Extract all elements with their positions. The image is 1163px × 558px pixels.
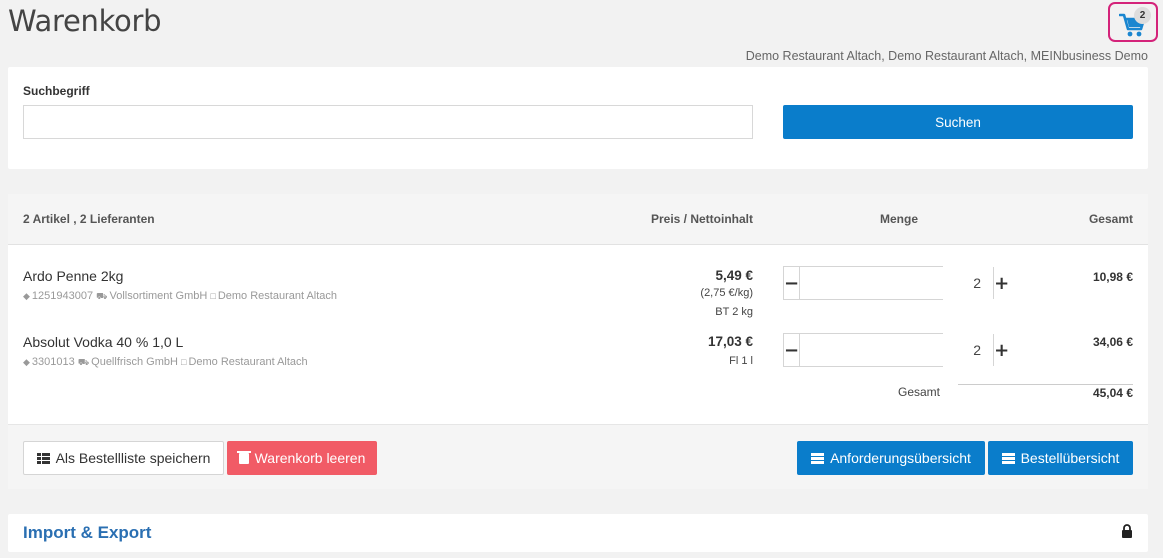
truck-icon: ⛟ [96,291,108,301]
item-price: 5,49 € [715,268,753,283]
item-total: 10,98 € [1092,270,1133,284]
search-label: Suchbegriff [23,84,90,98]
import-export-title[interactable]: Import & Export [23,523,151,543]
tag-icon: ◆ [23,357,30,367]
increase-button[interactable]: + [993,267,1010,299]
column-header-quantity: Menge [880,212,919,226]
import-export-panel[interactable]: Import & Export [8,514,1148,552]
save-as-order-list-label: Als Bestellliste speichern [55,450,211,466]
requests-overview-button[interactable]: Anforderungsübersicht [797,441,985,475]
decrease-button[interactable]: − [784,267,801,299]
quantity-input[interactable] [800,334,994,366]
item-unit-price: (2,75 €/kg) [700,287,753,299]
cart-count-badge: 2 [1134,7,1151,24]
item-name[interactable]: Absolut Vodka 40 % 1,0 L [23,334,183,350]
quantity-stepper: − + [783,333,1010,367]
lock-icon [1122,524,1132,538]
search-input[interactable] [23,105,753,139]
item-content: BT 2 kg [715,306,753,318]
requests-overview-label: Anforderungsübersicht [830,450,971,466]
increase-button[interactable]: + [993,334,1010,366]
column-header-price: Preis / Nettoinhalt [650,212,753,226]
search-panel: Suchbegriff Suchen [8,67,1148,169]
trash-icon [236,450,251,464]
grand-total-label: Gesamt [898,385,941,399]
item-name[interactable]: Ardo Penne 2kg [23,268,123,284]
item-location: Demo Restaurant Altach [217,290,338,302]
column-header-total: Gesamt [1088,212,1133,226]
quantity-stepper: − + [783,266,1010,300]
cart-summary: 2 Artikel , 2 Lieferanten [23,212,155,226]
item-sku: 3301013 [31,356,75,368]
item-sku: 1251943007 [31,290,94,302]
item-meta: ◆ 3301013 ⛟ Quellfrisch GmbH □ Demo Restaur… [23,356,308,369]
truck-icon: ⛟ [77,357,90,367]
cart-small-icon: □ [210,291,216,301]
grand-total-value: 45,04 € [1092,386,1133,400]
list-icon [1001,452,1015,464]
cart-actions: Als Bestellliste speichern Warenkorb lee… [8,424,1148,489]
item-supplier: Quellfrisch GmbH [91,356,178,368]
cart-button[interactable]: 2 [1108,2,1158,42]
tag-icon: ◆ [23,291,30,301]
item-supplier: Vollsortiment GmbH [109,290,208,302]
total-divider [958,384,1133,385]
cart-table-header: 2 Artikel , 2 Lieferanten Preis / Nettoi… [8,194,1148,245]
cart-panel: 2 Artikel , 2 Lieferanten Preis / Nettoi… [8,194,1148,489]
context-info: Demo Restaurant Altach, Demo Restaurant … [745,49,1148,63]
save-as-order-list-button[interactable]: Als Bestellliste speichern [23,441,224,475]
list-icon [36,452,50,464]
item-price: 17,03 € [707,334,753,349]
item-total: 34,06 € [1092,335,1133,349]
clear-cart-button[interactable]: Warenkorb leeren [227,441,377,475]
quantity-input[interactable] [800,267,994,299]
search-button[interactable]: Suchen [783,105,1133,139]
item-location: Demo Restaurant Altach [188,356,308,368]
list-icon [811,452,825,464]
item-content: Fl 1 l [729,355,753,367]
clear-cart-label: Warenkorb leeren [254,450,366,466]
page-title: Warenkorb [8,4,162,38]
cart-small-icon: □ [181,357,187,367]
item-meta: ◆ 1251943007 ⛟ Vollsortiment GmbH □ Demo Re… [23,290,337,303]
order-overview-label: Bestellübersicht [1020,450,1120,466]
order-overview-button[interactable]: Bestellübersicht [988,441,1133,475]
decrease-button[interactable]: − [784,334,801,366]
